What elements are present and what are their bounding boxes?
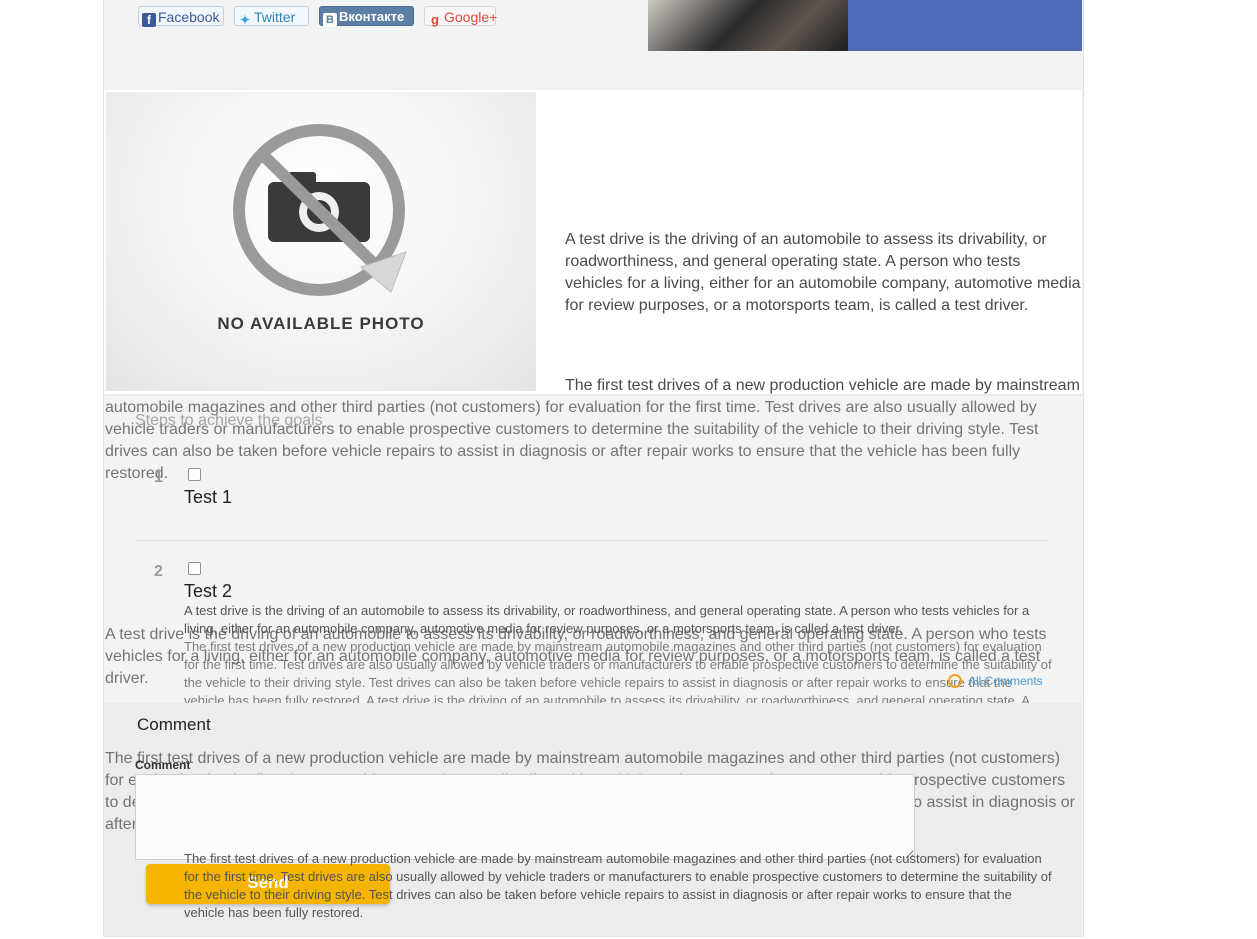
vkontakte-share-button[interactable]: B Вконтакте — [319, 6, 414, 27]
step-1-title: Test 1 — [184, 487, 233, 507]
facebook-icon: f — [142, 13, 156, 27]
step-2-checkbox[interactable] — [188, 562, 201, 575]
page-container: f Facebook ✦ Twitter B Вконтакте g Google+ N… — [103, 0, 1084, 937]
vkontakte-label: Вконтакте — [339, 9, 405, 24]
step-2-paragraph-1: A test drive is the driving of an automo… — [184, 603, 1030, 636]
google-plus-label: Google+ — [444, 9, 498, 25]
all-comments-label: All Comments — [968, 674, 1043, 688]
no-photo-image: NO AVAILABLE PHOTO — [106, 92, 536, 391]
header-banner — [848, 0, 1082, 51]
comment-heading: Comment — [137, 715, 211, 734]
step-number-2: 2 — [154, 563, 163, 580]
steps-title: Steps to achieve the goals — [135, 412, 323, 429]
google-plus-share-button[interactable]: g Google+ — [424, 6, 498, 27]
comment-textarea[interactable] — [135, 774, 915, 860]
article-paragraph-2: automobile magazines and other third par… — [105, 399, 1039, 482]
header-photo — [648, 0, 848, 51]
google-plus-icon: g — [431, 12, 439, 27]
article-paragraph-2-lead: The first test drives of a new productio… — [565, 377, 1080, 394]
all-comments-link[interactable]: All Comments — [948, 672, 1043, 690]
facebook-label: Facebook — [158, 9, 220, 25]
vkontakte-icon: B — [323, 13, 337, 27]
step-2-title: Test 2 — [184, 581, 233, 601]
rss-icon — [948, 674, 962, 688]
comment-label: Comment — [135, 758, 191, 772]
step-divider — [136, 540, 1048, 541]
no-photo-label: NO AVAILABLE PHOTO — [217, 314, 425, 333]
no-photo-camera-icon — [233, 124, 407, 296]
twitter-share-button[interactable]: ✦ Twitter — [234, 6, 309, 27]
article-paragraph-1: A test drive is the driving of an automo… — [565, 231, 1081, 314]
step-2-paragraph-3: The first test drives of a new productio… — [184, 851, 1052, 920]
step-1-checkbox[interactable] — [188, 468, 201, 481]
facebook-share-button[interactable]: f Facebook — [138, 6, 224, 27]
twitter-icon: ✦ — [239, 13, 251, 27]
twitter-label: Twitter — [254, 9, 296, 25]
step-number-1: 1 — [154, 469, 163, 486]
